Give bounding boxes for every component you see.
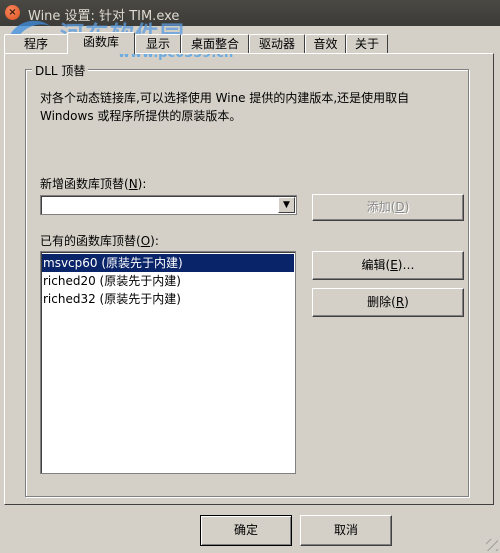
group-description: 对各个动态链接库,可以选择使用 Wine 提供的内建版本,还是使用取自 Wind… <box>40 91 410 123</box>
existing-overrides-label: 已有的函数库顶替(O): <box>40 234 159 248</box>
tab-audio[interactable]: 音效 <box>305 34 346 53</box>
list-item[interactable]: riched20 (原装先于内建) <box>42 272 294 290</box>
add-button[interactable]: 添加(D) <box>312 194 464 221</box>
tab-display[interactable]: 显示 <box>135 34 181 53</box>
edit-button[interactable]: 编辑(E)… <box>312 251 464 280</box>
tab-label: 桌面整合 <box>190 37 239 51</box>
new-override-combobox[interactable]: ▼ <box>40 195 297 215</box>
tab-libraries[interactable]: 函数库 <box>67 32 135 54</box>
ok-button[interactable]: 确定 <box>200 515 292 546</box>
resize-grip-icon[interactable] <box>486 539 498 551</box>
tab-label: 音效 <box>313 37 338 51</box>
cancel-button[interactable]: 取消 <box>300 515 392 546</box>
existing-overrides-list[interactable]: msvcp60 (原装先于内建) riched20 (原装先于内建) riche… <box>40 251 296 474</box>
list-item[interactable]: msvcp60 (原装先于内建) <box>42 254 294 272</box>
tab-label: 关于 <box>354 37 379 51</box>
new-override-label: 新增函数库顶替(N): <box>40 177 147 191</box>
tab-label: 显示 <box>145 37 170 51</box>
delete-button[interactable]: 删除(R) <box>312 288 464 317</box>
tab-programs[interactable]: 程序 <box>4 34 68 53</box>
group-title: DLL 顶替 <box>32 62 89 79</box>
tab-label: 函数库 <box>82 35 119 49</box>
tab-about[interactable]: 关于 <box>346 34 388 53</box>
tab-drives[interactable]: 驱动器 <box>249 34 305 53</box>
tab-label: 驱动器 <box>258 37 295 51</box>
chevron-down-icon[interactable]: ▼ <box>278 197 295 213</box>
list-item[interactable]: riched32 (原装先于内建) <box>42 290 294 308</box>
tab-desktop-integration[interactable]: 桌面整合 <box>181 34 249 53</box>
tab-label: 程序 <box>23 37 48 51</box>
